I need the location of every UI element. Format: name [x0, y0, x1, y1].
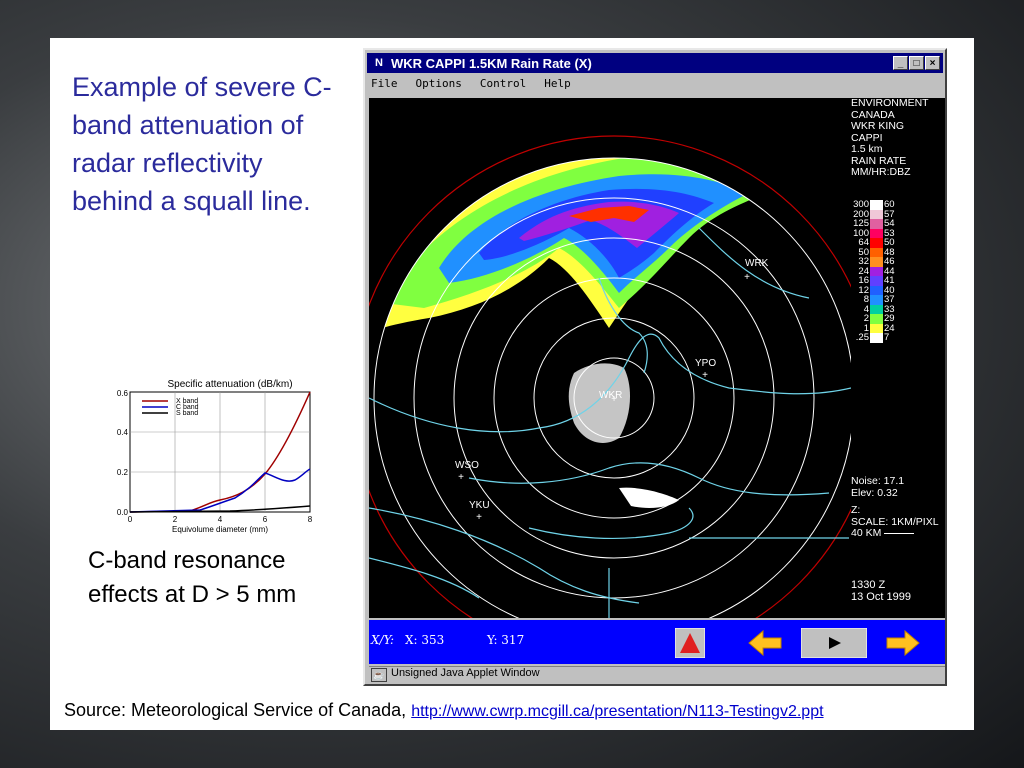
resonance-note: C-band resonance effects at D > 5 mm [88, 547, 297, 608]
station-label: YPO [695, 358, 716, 369]
legend-swatch [870, 228, 883, 238]
window-titlebar[interactable]: N WKR CAPPI 1.5KM Rain Rate (X) _ □ × [367, 53, 943, 73]
station-marker: + [476, 512, 482, 523]
legend-swatch [870, 333, 883, 343]
window-title: WKR CAPPI 1.5KM Rain Rate (X) [391, 55, 592, 71]
legend-swatch [870, 247, 883, 257]
legend-swatch [870, 304, 883, 314]
svg-text:S band: S band [176, 410, 198, 417]
applet-window: N WKR CAPPI 1.5KM Rain Rate (X) _ □ × Fi… [363, 48, 947, 686]
minimize-button[interactable]: _ [893, 56, 908, 70]
z-readout: Z: [851, 504, 861, 516]
app-icon: N [375, 57, 383, 69]
graph-ytick: 0.4 [117, 428, 129, 437]
graph-xtick: 6 [263, 515, 268, 524]
menu-control[interactable]: Control [478, 77, 528, 95]
stop-button[interactable] [675, 628, 705, 658]
legend-swatch [870, 276, 883, 286]
source-link[interactable]: http://www.cwrp.mcgill.ca/presentation/N… [411, 703, 823, 720]
time-readout: 1330 Z [851, 579, 886, 591]
graph-xtick: 2 [173, 515, 178, 524]
x-coordinate: X: 353 [405, 633, 445, 647]
next-button[interactable] [885, 628, 921, 658]
legend-rate: .25 [855, 332, 869, 343]
arrow-right-icon [886, 629, 920, 657]
legend-swatch [870, 323, 883, 333]
status-text: Unsigned Java Applet Window [391, 667, 540, 679]
source-citation: Source: Meteorological Service of Canada… [64, 700, 964, 721]
graph-xtick: 0 [128, 515, 133, 524]
java-applet-icon: ☕ [371, 668, 387, 682]
radar-display[interactable]: WRK + YPO + WSO + YKU + WKR + ENVIRONMEN… [369, 97, 945, 618]
maximize-button[interactable]: □ [909, 56, 924, 70]
legend-swatch [870, 285, 883, 295]
slide: Example of severe C-band attenuation of … [50, 38, 974, 730]
station-marker: + [458, 472, 464, 483]
arrow-left-icon [748, 629, 782, 657]
precipitation-echoes [374, 158, 849, 508]
menu-file[interactable]: File [369, 77, 400, 95]
info-line: WKR KING [851, 120, 905, 132]
legend-swatch [870, 219, 883, 229]
rain-rate-legend: 300 60 200 57 125 54 100 53 64 50 50 48 32 46 24 44 16 41… [851, 200, 941, 343]
legend-swatch [870, 200, 883, 210]
play-button[interactable] [801, 628, 867, 658]
source-label: Source: Meteorological Service of Canada… [64, 700, 407, 720]
status-bar: ☕ Unsigned Java Applet Window [369, 666, 945, 683]
info-line: 1.5 km [851, 143, 883, 155]
menu-bar: File Options Control Help [369, 77, 573, 95]
close-button[interactable]: × [925, 56, 940, 70]
attenuation-graph: Specific attenuation (dB/km) 0.6 0.4 0.2… [110, 376, 320, 536]
graph-xlabel: Equivolume diameter (mm) [172, 525, 268, 534]
slide-heading: Example of severe C-band attenuation of … [72, 72, 332, 216]
menu-options[interactable]: Options [414, 77, 464, 95]
control-bar: X/Y: X: 353 Y: 317 [369, 620, 945, 664]
noise-readout: Noise: 17.1 [851, 475, 905, 487]
station-label: WSO [455, 460, 479, 471]
y-coordinate: Y: 317 [487, 633, 525, 647]
previous-button[interactable] [747, 628, 783, 658]
graph-ytick: 0.6 [117, 389, 129, 398]
km-scale: 40 KM [851, 527, 939, 540]
date-readout: 13 Oct 1999 [851, 590, 911, 603]
legend-swatch [870, 238, 883, 248]
radar-site-marker: + [611, 394, 617, 405]
info-line: MM/HR:DBZ [851, 166, 911, 178]
legend-swatch [870, 257, 883, 267]
menu-help[interactable]: Help [542, 77, 573, 95]
legend-swatch [870, 295, 883, 305]
legend-swatch [870, 314, 883, 324]
station-label: YKU [469, 500, 490, 511]
station-marker: + [744, 272, 750, 283]
xy-label: X/Y: [371, 633, 395, 647]
graph-xtick: 8 [308, 515, 313, 524]
graph-xtick: 4 [218, 515, 223, 524]
station-label: WRK [745, 258, 769, 269]
station-marker: + [702, 370, 708, 381]
legend-swatch [870, 266, 883, 276]
graph-ytick: 0.2 [117, 468, 129, 477]
legend-swatch [870, 209, 883, 219]
graph-title: Specific attenuation (dB/km) [167, 379, 292, 390]
elev-readout: Elev: 0.32 [851, 486, 898, 499]
radar-info-panel: ENVIRONMENT CANADA WKR KING CAPPI 1.5 km… [851, 97, 945, 618]
info-line: ENVIRONMENT [851, 97, 929, 109]
legend-row: .25 7 [851, 333, 941, 343]
legend-dbz: 7 [884, 332, 890, 343]
